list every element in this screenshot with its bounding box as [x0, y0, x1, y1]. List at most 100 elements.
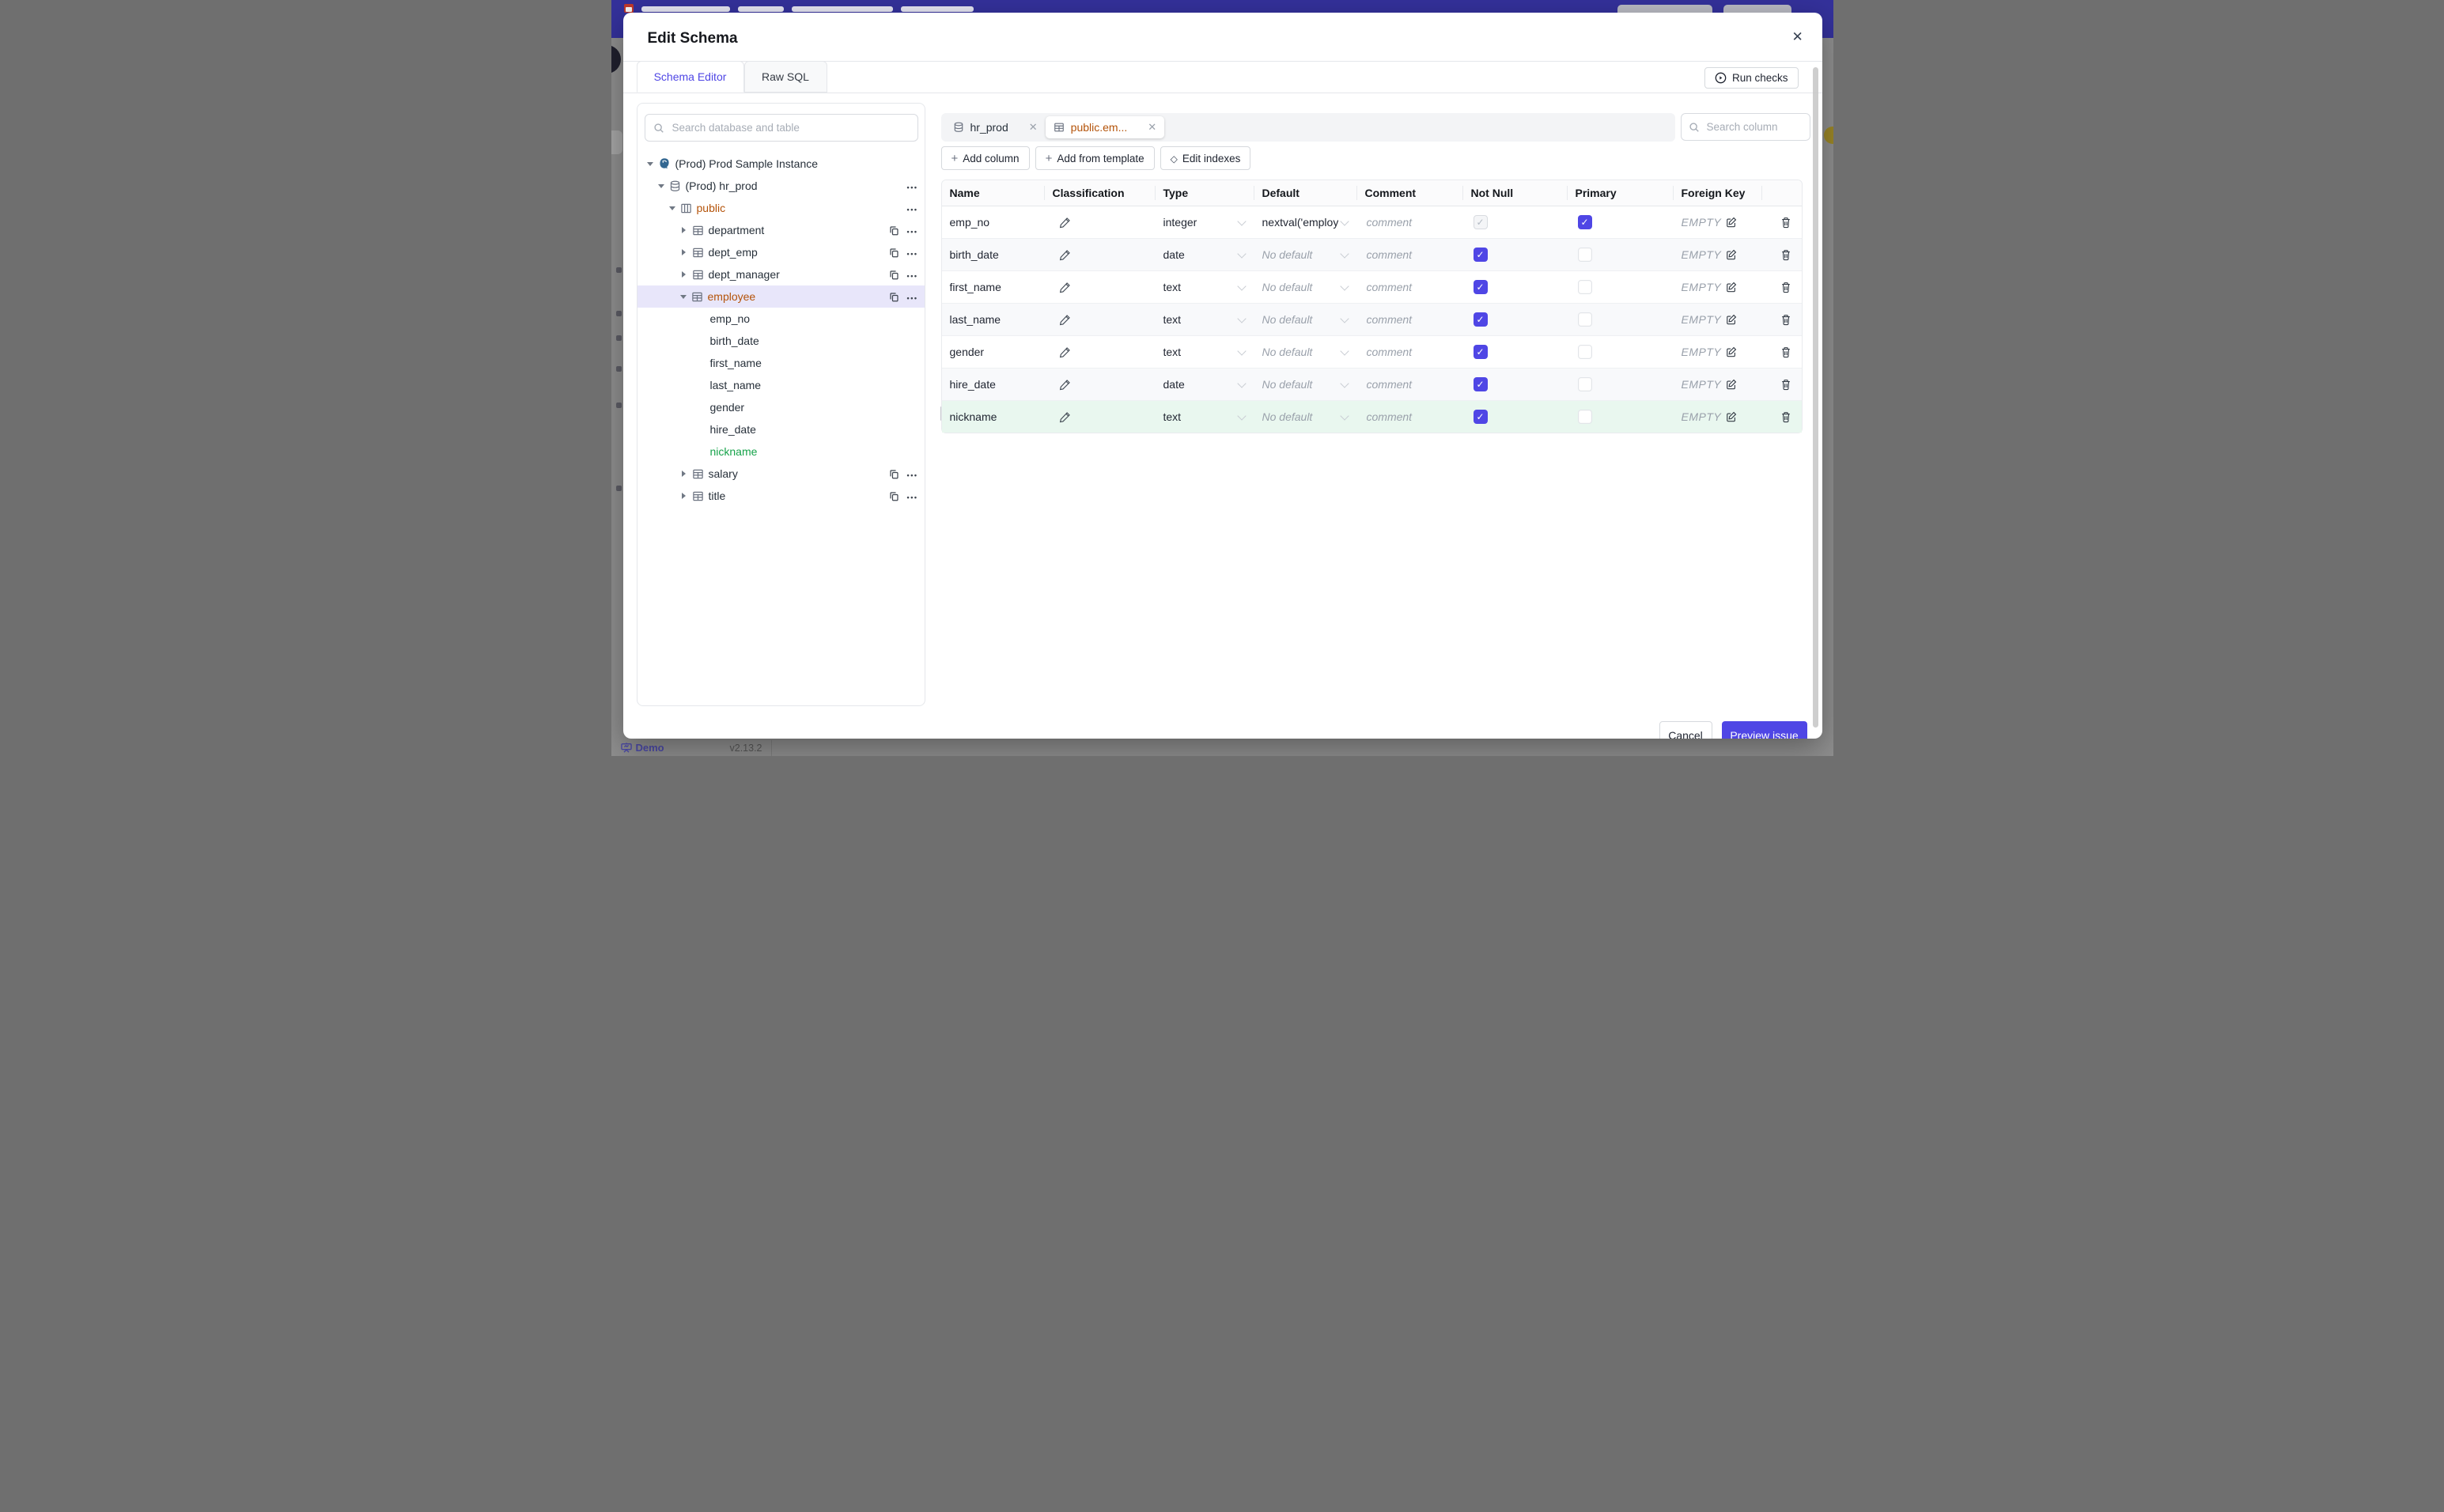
caret-down-icon[interactable]	[657, 183, 664, 188]
delete-row-icon[interactable]	[1780, 411, 1791, 423]
tree-item-table[interactable]: salary	[637, 463, 925, 485]
more-icon[interactable]	[907, 291, 918, 303]
edit-foreign-key-icon[interactable]	[1726, 282, 1737, 293]
pencil-icon[interactable]	[1059, 282, 1071, 293]
more-icon[interactable]	[907, 202, 918, 214]
more-icon[interactable]	[907, 180, 918, 192]
preview-issue-button[interactable]: Preview issue	[1721, 721, 1807, 739]
not-null-checkbox[interactable]	[1473, 312, 1488, 327]
comment-input[interactable]	[1364, 377, 1457, 391]
caret-down-icon[interactable]	[679, 294, 687, 299]
tab-schema-editor[interactable]: Schema Editor	[636, 61, 744, 93]
more-icon[interactable]	[907, 269, 918, 281]
tree-item-column[interactable]: emp_no	[637, 308, 925, 330]
type-select[interactable]: text	[1156, 410, 1254, 423]
column-name[interactable]: birth_date	[942, 248, 1045, 261]
edit-foreign-key-icon[interactable]	[1726, 249, 1737, 260]
search-column-input[interactable]	[1704, 120, 1803, 134]
default-select[interactable]: No default	[1254, 281, 1357, 293]
column-name[interactable]: first_name	[942, 281, 1045, 293]
more-icon[interactable]	[907, 225, 918, 236]
tree-item-instance[interactable]: (Prod) Prod Sample Instance	[637, 153, 925, 175]
tree-item-table[interactable]: department	[637, 219, 925, 241]
default-select[interactable]: No default	[1254, 248, 1357, 261]
tree-item-column[interactable]: first_name	[637, 352, 925, 374]
type-select[interactable]: text	[1156, 346, 1254, 358]
delete-row-icon[interactable]	[1780, 217, 1791, 229]
primary-checkbox[interactable]	[1577, 410, 1592, 424]
copy-icon[interactable]	[889, 292, 899, 302]
column-name[interactable]: emp_no	[942, 216, 1045, 229]
copy-icon[interactable]	[889, 469, 899, 479]
default-select[interactable]: nextval('employ	[1254, 216, 1357, 229]
column-name[interactable]: hire_date	[942, 378, 1045, 391]
pencil-icon[interactable]	[1059, 411, 1071, 423]
caret-down-icon[interactable]	[646, 161, 653, 166]
tree-item-column[interactable]: last_name	[637, 374, 925, 396]
not-null-checkbox[interactable]	[1473, 345, 1488, 359]
comment-input[interactable]	[1364, 280, 1457, 294]
edit-foreign-key-icon[interactable]	[1726, 411, 1737, 422]
primary-checkbox[interactable]	[1577, 312, 1592, 327]
copy-icon[interactable]	[889, 248, 899, 258]
comment-input[interactable]	[1364, 312, 1457, 327]
tree-item-column[interactable]: hire_date	[637, 418, 925, 440]
delete-row-icon[interactable]	[1780, 282, 1791, 293]
copy-icon[interactable]	[889, 270, 899, 280]
add-column-button[interactable]: Add column	[940, 146, 1030, 170]
tree-item-table[interactable]: title	[637, 485, 925, 507]
more-icon[interactable]	[907, 468, 918, 480]
modal-scrollbar[interactable]	[1812, 67, 1818, 728]
caret-right-icon[interactable]	[681, 493, 686, 499]
more-icon[interactable]	[907, 490, 918, 502]
tree-item-table[interactable]: dept_emp	[637, 241, 925, 263]
default-select[interactable]: No default	[1254, 378, 1357, 391]
pencil-icon[interactable]	[1059, 249, 1071, 261]
chip-hr-prod[interactable]: hr_prod	[945, 116, 1046, 138]
tree-item-table-selected[interactable]: employee	[637, 285, 925, 308]
caret-right-icon[interactable]	[681, 471, 686, 477]
edit-indexes-button[interactable]: Edit indexes	[1160, 146, 1251, 170]
primary-checkbox[interactable]	[1577, 248, 1592, 262]
primary-checkbox[interactable]	[1577, 215, 1592, 229]
caret-right-icon[interactable]	[681, 249, 686, 255]
default-select[interactable]: No default	[1254, 313, 1357, 326]
type-select[interactable]: text	[1156, 281, 1254, 293]
primary-checkbox[interactable]	[1577, 377, 1592, 391]
comment-input[interactable]	[1364, 248, 1457, 262]
tab-raw-sql[interactable]: Raw SQL	[743, 61, 827, 93]
tree-item-database[interactable]: (Prod) hr_prod	[637, 175, 925, 197]
pencil-icon[interactable]	[1059, 217, 1071, 229]
not-null-checkbox[interactable]	[1473, 410, 1488, 424]
not-null-checkbox[interactable]	[1473, 280, 1488, 294]
delete-row-icon[interactable]	[1780, 379, 1791, 391]
primary-checkbox[interactable]	[1577, 345, 1592, 359]
tree-item-column[interactable]: birth_date	[637, 330, 925, 352]
type-select[interactable]: text	[1156, 313, 1254, 326]
tree-item-table[interactable]: dept_manager	[637, 263, 925, 285]
caret-right-icon[interactable]	[681, 271, 686, 278]
edit-foreign-key-icon[interactable]	[1726, 217, 1737, 228]
type-select[interactable]: integer	[1156, 216, 1254, 229]
close-icon[interactable]	[1029, 121, 1038, 134]
edit-foreign-key-icon[interactable]	[1726, 346, 1737, 357]
cancel-button[interactable]: Cancel	[1659, 721, 1712, 739]
search-database-input[interactable]	[670, 121, 910, 134]
close-icon[interactable]	[1788, 27, 1808, 47]
comment-input[interactable]	[1364, 215, 1457, 229]
default-select[interactable]: No default	[1254, 410, 1357, 423]
caret-down-icon[interactable]	[668, 206, 675, 210]
default-select[interactable]: No default	[1254, 346, 1357, 358]
pencil-icon[interactable]	[1059, 379, 1071, 391]
not-null-checkbox[interactable]	[1473, 248, 1488, 262]
tree-item-column[interactable]: gender	[637, 396, 925, 418]
demo-link[interactable]: Demo	[620, 742, 664, 754]
edit-foreign-key-icon[interactable]	[1726, 379, 1737, 390]
chip-public-employee[interactable]: public.em...	[1045, 116, 1165, 138]
copy-icon[interactable]	[889, 491, 899, 501]
column-name[interactable]: gender	[942, 346, 1045, 358]
edit-foreign-key-icon[interactable]	[1726, 314, 1737, 325]
more-icon[interactable]	[907, 247, 918, 259]
not-null-checkbox[interactable]	[1473, 215, 1488, 229]
comment-input[interactable]	[1364, 410, 1457, 424]
